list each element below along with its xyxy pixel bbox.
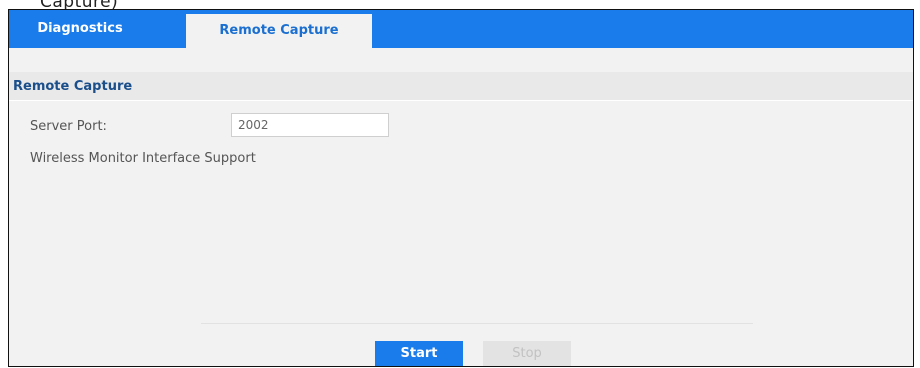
section-title: Remote Capture: [13, 79, 133, 94]
button-divider: [201, 323, 753, 324]
remote-capture-window: Diagnostics Remote Capture Remote Captur…: [8, 9, 914, 367]
start-button[interactable]: Start: [375, 341, 463, 366]
tab-bar: Diagnostics Remote Capture: [9, 10, 913, 48]
server-port-input[interactable]: [231, 113, 389, 137]
tab-diagnostics[interactable]: Diagnostics: [9, 10, 169, 48]
tab-remote-capture[interactable]: Remote Capture: [186, 14, 372, 48]
wireless-monitor-interface-support-label: Wireless Monitor Interface Support: [30, 151, 256, 166]
stop-button[interactable]: Stop: [483, 341, 571, 366]
section-header: Remote Capture: [9, 72, 913, 101]
server-port-label: Server Port:: [30, 119, 107, 134]
